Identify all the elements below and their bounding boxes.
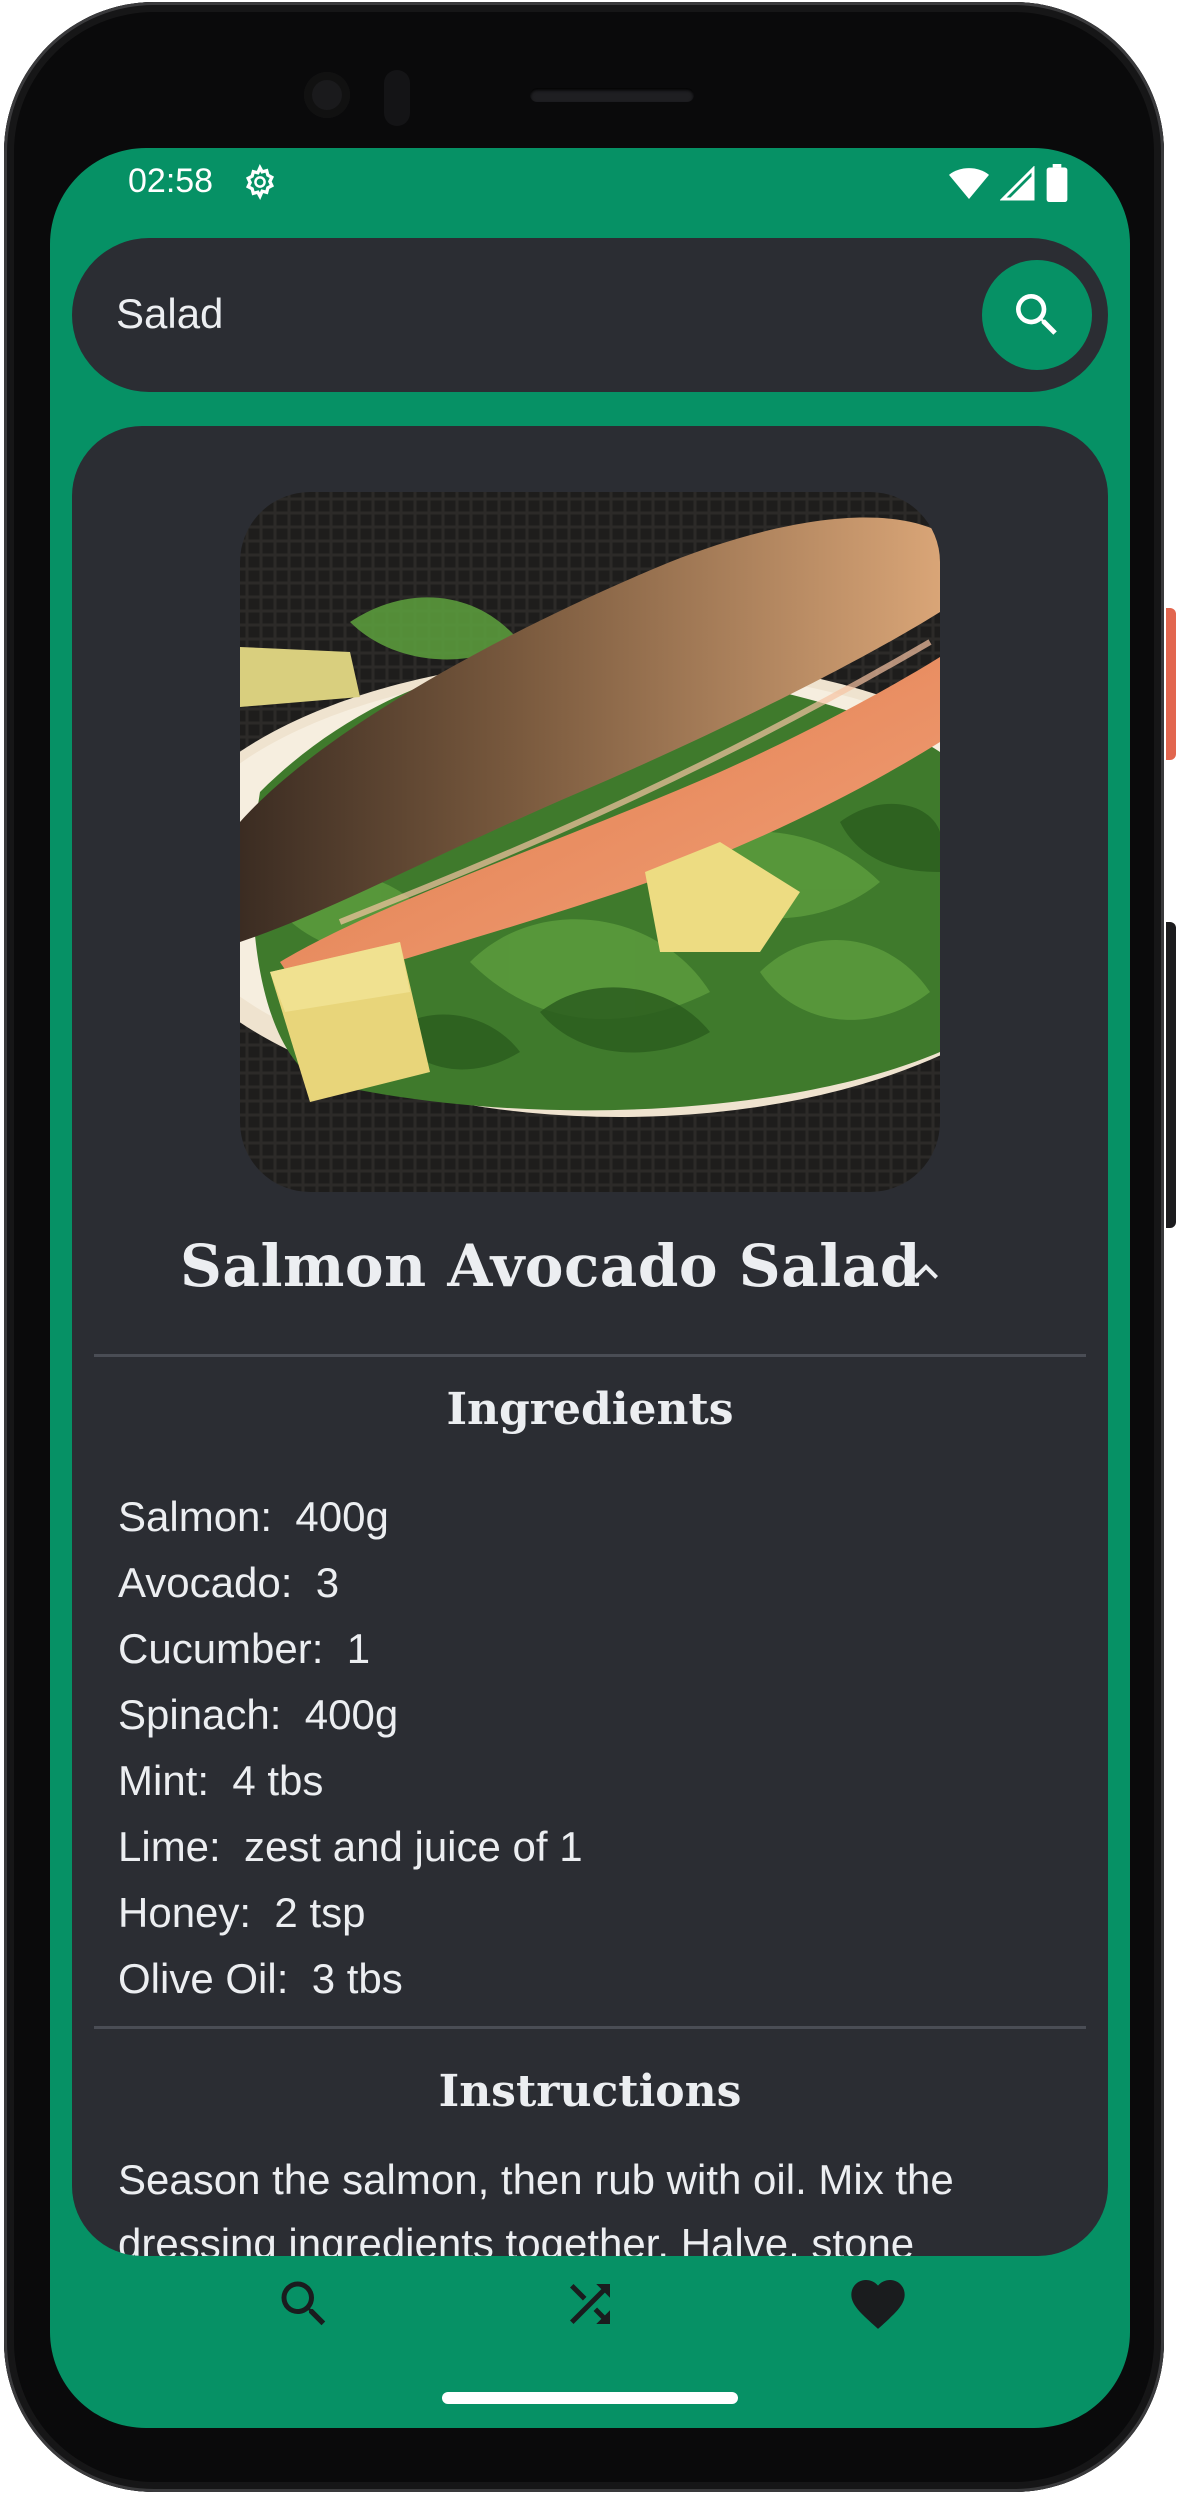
battery-icon <box>1046 164 1068 202</box>
status-bar: 02:58 <box>50 148 1130 218</box>
search-icon <box>281 2281 326 2326</box>
list-item: Lime: zest and juice of 1 <box>118 1823 583 1870</box>
list-item: Spinach: 400g <box>118 1691 399 1738</box>
recipe-title: Salmon Avocado Salad <box>180 1232 921 1300</box>
shuffle-icon <box>570 2284 610 2324</box>
nav-shuffle-button[interactable] <box>550 2264 630 2344</box>
list-item: Honey: 2 tsp <box>118 1889 366 1936</box>
gear-icon <box>245 164 275 200</box>
nav-search-button[interactable] <box>264 2264 344 2344</box>
instructions-heading: Instructions <box>438 2066 742 2117</box>
search-input[interactable]: Salad <box>116 290 223 338</box>
power-button <box>1166 608 1176 760</box>
list-item: Avocado: 3 <box>118 1559 340 1606</box>
ingredients-heading: Ingredients <box>446 1384 734 1435</box>
list-item: Salmon: 400g <box>118 1493 389 1540</box>
list-item: Mint: 4 tbs <box>118 1757 324 1804</box>
search-icon <box>1016 294 1057 335</box>
home-indicator[interactable] <box>442 2392 738 2404</box>
status-icons <box>943 164 1068 204</box>
wifi-icon <box>949 168 990 199</box>
recipe-photo <box>240 492 940 1192</box>
search-button[interactable] <box>982 260 1092 370</box>
divider <box>94 2026 1086 2029</box>
earpiece-speaker <box>530 88 694 102</box>
recipe-title-row[interactable]: Salmon Avocado Salad <box>72 1232 1108 1312</box>
front-camera <box>304 72 350 118</box>
recipe-card: Salmon Avocado Salad Ingredients Salmon:… <box>72 426 1108 2256</box>
screen: 02:58 Salad Salmon Avocado Salad Ingredi… <box>50 148 1130 2428</box>
ingredients-list: Salmon: 400g Avocado: 3 Cucumber: 1 Spin… <box>118 1484 583 2012</box>
proximity-sensor <box>384 70 410 126</box>
status-time: 02:58 <box>128 162 214 200</box>
search-bar[interactable]: Salad <box>72 238 1108 392</box>
chevron-up-icon[interactable] <box>902 1248 950 1296</box>
list-item: Olive Oil: 3 tbs <box>118 1955 403 2002</box>
signal-icon <box>998 165 1035 201</box>
instructions-text: Season the salmon, then rub with oil. Mi… <box>118 2156 954 2256</box>
nav-favorites-button[interactable] <box>838 2264 918 2344</box>
heart-icon <box>851 2280 905 2329</box>
divider <box>94 1354 1086 1357</box>
list-item: Cucumber: 1 <box>118 1625 371 1672</box>
volume-button <box>1166 922 1176 1228</box>
phone-frame: 02:58 Salad Salmon Avocado Salad Ingredi… <box>4 2 1164 2492</box>
